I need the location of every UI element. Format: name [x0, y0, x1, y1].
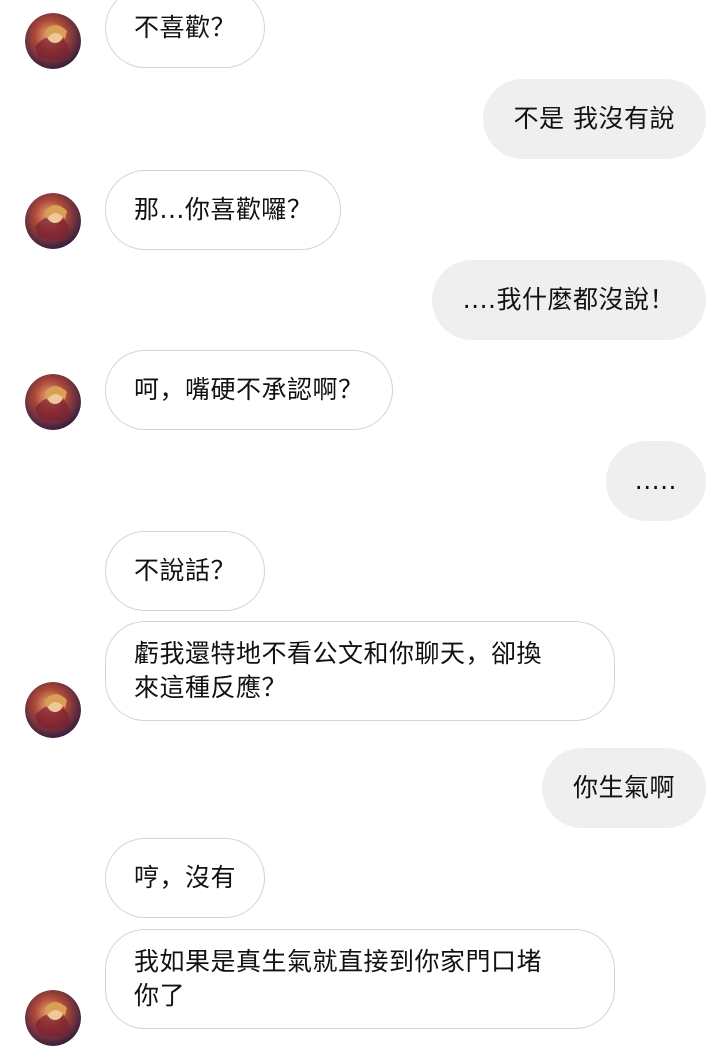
message-text-line: 我如果是真生氣就直接到你家門口堵 [134, 947, 543, 976]
incoming-message: 哼，沒有 [105, 838, 266, 918]
message-text: 不說話？ [134, 556, 237, 585]
message-text: ....我什麼都沒說！ [462, 285, 675, 314]
contact-avatar-icon[interactable] [25, 990, 81, 1046]
incoming-message: 呵，嘴硬不承認啊？ [105, 350, 393, 430]
message-text: 呵，嘴硬不承認啊？ [134, 375, 364, 404]
incoming-message: 不說話？ [105, 531, 266, 611]
outgoing-message: ..... [605, 441, 706, 521]
message-text: 那...你喜歡囉？ [134, 195, 313, 224]
message-text: ..... [634, 466, 677, 495]
message-text-line: 虧我還特地不看公文和你聊天，卻換 [134, 639, 543, 668]
outgoing-message: 你生氣啊 [541, 748, 706, 828]
message-text: 你生氣啊 [572, 773, 675, 802]
incoming-message: 不喜歡？ [105, 0, 266, 68]
incoming-message: 虧我還特地不看公文和你聊天，卻換 來這種反應？ [105, 621, 615, 721]
incoming-message: 那...你喜歡囉？ [105, 170, 342, 250]
contact-avatar-icon[interactable] [25, 13, 81, 69]
outgoing-message: ....我什麼都沒說！ [431, 260, 706, 340]
message-text: 哼，沒有 [134, 863, 237, 892]
message-text-line: 你了 [134, 981, 186, 1010]
incoming-message: 我如果是真生氣就直接到你家門口堵 你了 [105, 929, 615, 1029]
message-text-line: 來這種反應？ [134, 673, 288, 702]
message-text: 不喜歡？ [134, 13, 237, 42]
contact-avatar-icon[interactable] [25, 682, 81, 738]
contact-avatar-icon[interactable] [25, 374, 81, 430]
outgoing-message: 不是 我沒有說 [482, 79, 706, 159]
contact-avatar-icon[interactable] [25, 193, 81, 249]
message-text: 不是 我沒有說 [513, 104, 675, 133]
